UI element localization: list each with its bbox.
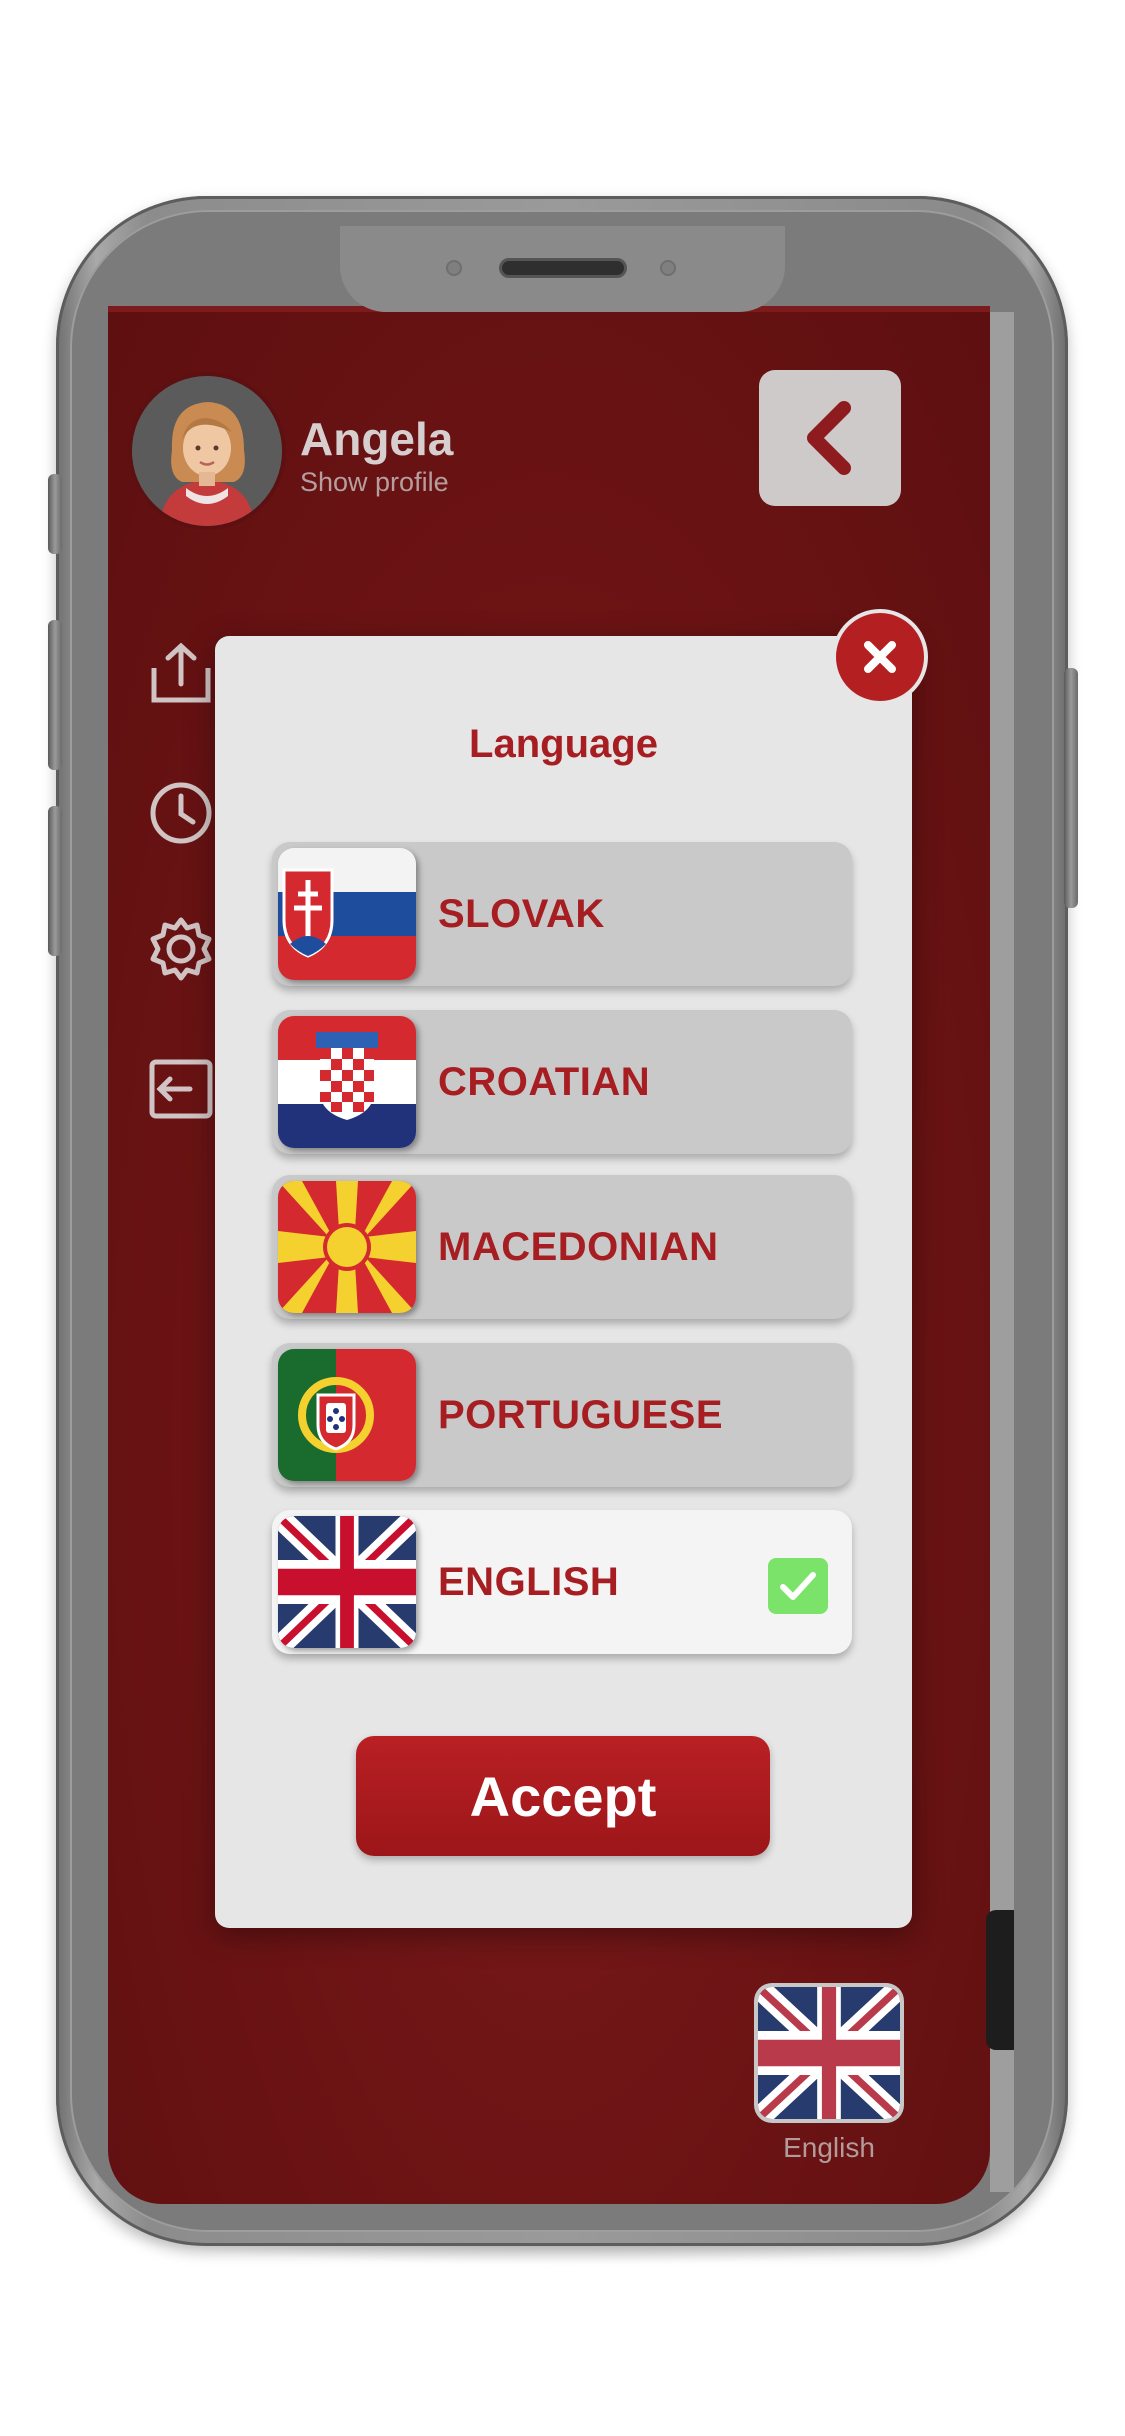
accept-button[interactable]: Accept (356, 1736, 770, 1856)
mute-switch (48, 474, 62, 554)
language-label: PORTUGUESE (438, 1393, 724, 1437)
language-option-english[interactable]: ENGLISH (272, 1510, 852, 1654)
language-option-portuguese[interactable]: PORTUGUESE (272, 1343, 852, 1487)
slovakia-flag-icon (278, 848, 416, 980)
language-option-croatian[interactable]: CROATIAN (272, 1010, 852, 1154)
history-clock-icon[interactable] (146, 778, 216, 848)
united-kingdom-flag-icon (278, 1516, 416, 1648)
current-language-button[interactable] (754, 1975, 904, 2131)
screen-side-tab (986, 1910, 1014, 2050)
language-label: CROATIAN (438, 1060, 651, 1104)
language-option-macedonian[interactable]: MACEDONIAN (272, 1175, 852, 1319)
back-button[interactable] (759, 370, 901, 506)
current-language-label: English (783, 2132, 875, 2163)
front-camera (446, 260, 462, 276)
volume-down-button (48, 806, 62, 956)
proximity-sensor (660, 260, 676, 276)
volume-up-button (48, 620, 62, 770)
modal-title: Language (469, 722, 658, 766)
croatia-flag-icon (278, 1016, 416, 1148)
logout-icon[interactable] (146, 1054, 216, 1124)
language-label: SLOVAK (438, 892, 605, 936)
north-macedonia-flag-icon (278, 1181, 416, 1313)
settings-gear-icon[interactable] (146, 914, 216, 984)
language-label: MACEDONIAN (438, 1225, 719, 1269)
show-profile-link[interactable]: Show profile (300, 467, 449, 498)
language-option-slovak[interactable]: SLOVAK (272, 842, 852, 986)
profile-name: Angela (300, 413, 454, 465)
chevron-left-icon (807, 401, 851, 475)
close-icon (864, 641, 896, 673)
power-button (1064, 668, 1078, 908)
avatar-illustration (132, 376, 282, 526)
close-button[interactable] (832, 609, 928, 705)
united-kingdom-flag-icon (754, 1975, 904, 2131)
share-icon[interactable] (146, 638, 216, 708)
language-label: ENGLISH (438, 1560, 620, 1604)
earpiece-speaker (499, 258, 627, 278)
portugal-flag-icon (278, 1349, 416, 1481)
checkmark-icon (780, 1572, 816, 1600)
selected-checkbox[interactable] (768, 1558, 828, 1614)
avatar[interactable] (132, 376, 282, 526)
